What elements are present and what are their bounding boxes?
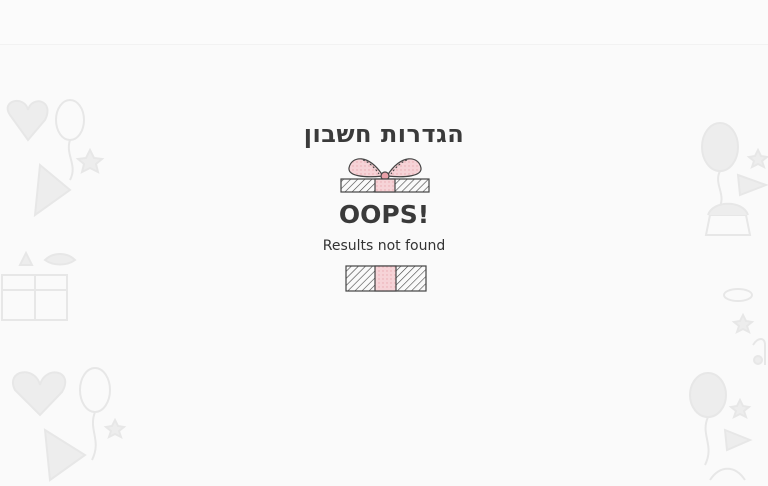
gift-box-lid-icon — [340, 158, 430, 193]
party-decoration-left-bottom — [12, 367, 127, 482]
page-title: הגדרות חשבון — [303, 120, 465, 149]
account-settings-page: הגדרות חשבון OOPS! Results not found — [0, 0, 768, 486]
party-decoration-right-middle — [723, 288, 766, 365]
party-decoration-right-bottom — [689, 372, 753, 481]
top-bar — [0, 0, 768, 45]
gift-box-base-icon — [345, 265, 427, 292]
error-message: Results not found — [322, 238, 446, 254]
error-heading: OOPS! — [338, 200, 430, 229]
